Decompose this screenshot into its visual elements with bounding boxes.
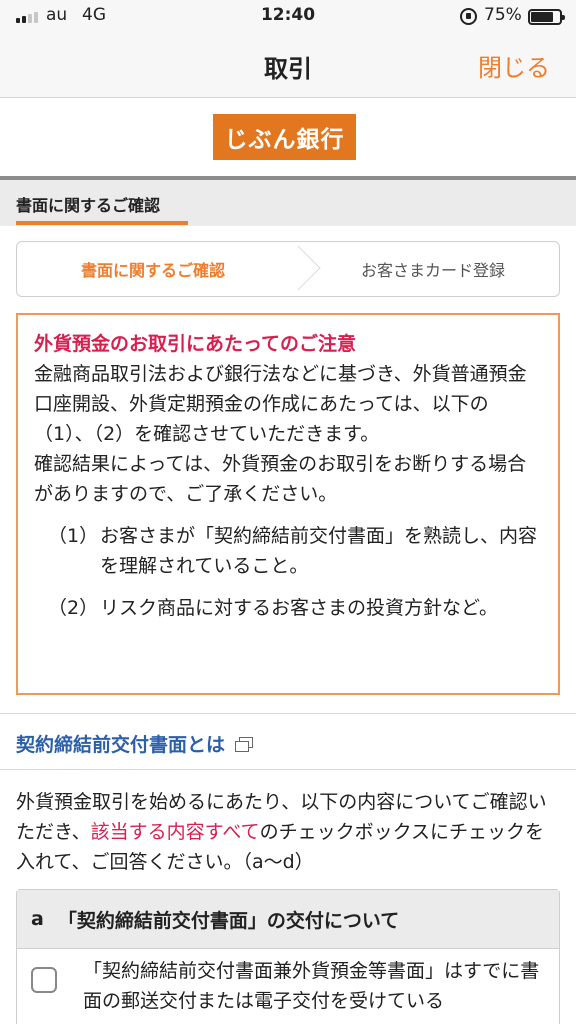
- notice-item-number: （2）: [48, 597, 99, 619]
- notice-item-text: リスク商品に対するお客さまの投資方針など。: [100, 597, 499, 619]
- step-current: 書面に関するご確認: [80, 261, 225, 280]
- nav-bar: 取引 閉じる: [0, 34, 576, 98]
- section-title-underline: [16, 221, 188, 225]
- page: au 4G 12:40 75% 取引 閉じる じぶん銀行 書面に関するご確認 書…: [0, 0, 576, 1024]
- section-header: 書面に関するご確認: [0, 180, 576, 226]
- option-checkbox[interactable]: [31, 967, 57, 993]
- divider: [0, 713, 576, 714]
- notice-paragraph: 確認結果によっては、外貨預金のお取引をお断りする場合がありますので、ご了承くださ…: [34, 453, 527, 505]
- notice-paragraph: 金融商品取引法および銀行法などに基づき、外貨普通預金口座開設、外貨定期預金の作成…: [34, 363, 527, 445]
- status-bar: au 4G 12:40 75%: [0, 0, 576, 34]
- external-window-icon: [235, 736, 254, 752]
- logo-area: じぶん銀行: [0, 98, 576, 176]
- question-title: 「契約締結前交付書面」の交付について: [57, 909, 400, 932]
- battery-percent: 75%: [484, 5, 522, 25]
- notice-item-number: （1）: [48, 525, 99, 547]
- document-info-link-label: 契約締結前交付書面とは: [16, 734, 226, 756]
- notice-item: （2） リスク商品に対するお客さまの投資方針など。: [34, 593, 544, 623]
- question-letter: a: [31, 908, 44, 930]
- option-label: 「契約締結前交付書面兼外貨預金等書面」はすでに書面の郵送交付または電子交付を受け…: [83, 960, 540, 1012]
- document-info-link[interactable]: 契約締結前交付書面とは: [16, 730, 254, 757]
- battery-icon: [528, 9, 565, 25]
- divider: [0, 769, 576, 770]
- step-indicator: 書面に関するご確認 お客さまカード登録: [16, 241, 560, 297]
- bank-logo: じぶん銀行: [213, 114, 356, 160]
- instructions-highlight: 該当する内容すべて: [90, 821, 260, 843]
- notice-item-text: お客さまが「契約締結前交付書面」を熟読し、内容を理解されていること。: [100, 525, 538, 577]
- instructions-text: 外貨預金取引を始めるにあたり、以下の内容についてご確認いただき、該当する内容すべ…: [16, 787, 560, 877]
- question-header: a 「契約締結前交付書面」の交付について: [17, 890, 559, 949]
- section-title: 書面に関するご確認: [16, 196, 161, 215]
- rotation-lock-icon: [460, 8, 477, 25]
- notice-box: 外貨預金のお取引にあたってのご注意 金融商品取引法および銀行法などに基づき、外貨…: [16, 313, 560, 695]
- notice-title: 外貨預金のお取引にあたってのご注意: [34, 333, 357, 355]
- question-card: a 「契約締結前交付書面」の交付について 「契約締結前交付書面兼外貨預金等書面」…: [16, 889, 560, 1024]
- step-next: お客さまカード登録: [360, 261, 505, 280]
- close-button[interactable]: 閉じる: [478, 48, 550, 83]
- notice-item: （1） お客さまが「契約締結前交付書面」を熟読し、内容を理解されていること。: [34, 521, 544, 581]
